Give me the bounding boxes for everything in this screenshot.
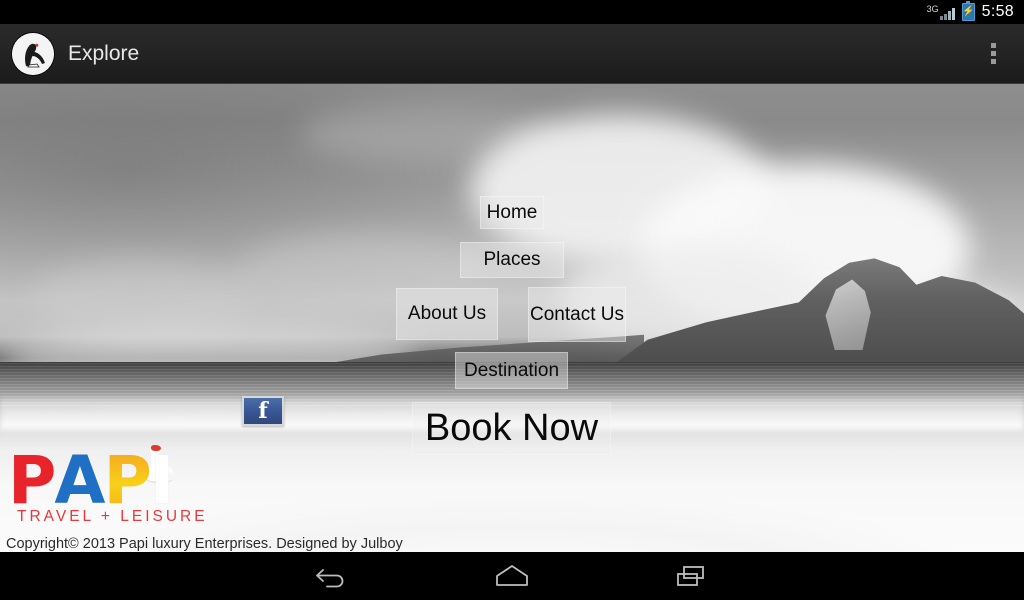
action-bar: Explore bbox=[0, 24, 1024, 84]
facebook-glyph: f bbox=[258, 397, 268, 424]
webview-content: Home Places About Us Contact Us Destinat… bbox=[0, 84, 1024, 552]
home-icon[interactable] bbox=[482, 558, 542, 594]
pelican-logo-icon[interactable] bbox=[12, 32, 54, 75]
facebook-icon[interactable]: f bbox=[242, 396, 284, 426]
page-title: Explore bbox=[68, 41, 140, 65]
book-now-button[interactable]: Book Now bbox=[412, 402, 611, 455]
logo-tagline: TRAVEL + LEISURE bbox=[17, 508, 208, 525]
overflow-menu-icon[interactable] bbox=[985, 35, 1002, 72]
logo-letter-a: A bbox=[54, 442, 105, 519]
papi-logo-wordmark: P A P I bbox=[8, 442, 208, 519]
status-bar: 3G ⚡ 5:58 bbox=[0, 0, 1024, 24]
battery-bolt-glyph: ⚡ bbox=[961, 6, 975, 17]
logo-letter-p2: P bbox=[103, 442, 151, 519]
recent-apps-icon[interactable] bbox=[662, 558, 722, 594]
status-bar-clock: 5:58 bbox=[981, 3, 1014, 20]
headland-mountain bbox=[614, 254, 1024, 364]
system-navigation-bar bbox=[0, 552, 1024, 600]
nav-button-about-us[interactable]: About Us bbox=[396, 288, 498, 340]
nav-button-places[interactable]: Places bbox=[460, 242, 564, 278]
back-arrow-icon[interactable] bbox=[302, 558, 362, 594]
network-type-label: 3G bbox=[926, 4, 939, 14]
signal-bars-glyph bbox=[939, 8, 955, 20]
device-screen: 3G ⚡ 5:58 Explore Home Places About Us C… bbox=[0, 0, 1024, 600]
battery-charging-icon: ⚡ bbox=[961, 1, 975, 21]
copyright-text: Copyright© 2013 Papi luxury Enterprises.… bbox=[6, 536, 403, 552]
logo-letter-p1: P bbox=[8, 442, 56, 519]
nav-button-destination[interactable]: Destination bbox=[455, 352, 568, 389]
nav-button-contact-us[interactable]: Contact Us bbox=[528, 287, 626, 342]
signal-bars-icon: 3G bbox=[927, 4, 955, 20]
papi-logo: P A P I TRAVEL + LEISURE bbox=[8, 442, 208, 526]
logo-letter-i: I bbox=[149, 442, 175, 519]
nav-button-home[interactable]: Home bbox=[480, 196, 544, 229]
status-bar-right: 3G ⚡ 5:58 bbox=[927, 1, 1014, 21]
